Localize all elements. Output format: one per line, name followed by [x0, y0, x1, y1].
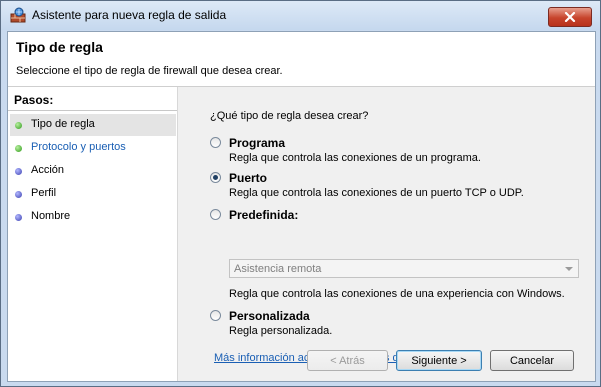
- next-button[interactable]: Siguiente >: [396, 350, 482, 371]
- step-label: Protocolo y puertos: [31, 141, 126, 153]
- predefined-select-value: Asistencia remota: [234, 263, 322, 275]
- question-label: ¿Qué tipo de regla desea crear?: [210, 110, 369, 122]
- window-title: Asistente para nueva regla de salida: [32, 8, 227, 22]
- predefined-select: Asistencia remota: [229, 259, 579, 278]
- chevron-down-icon: [565, 267, 573, 271]
- step-rule-type[interactable]: Tipo de regla: [10, 114, 176, 136]
- page-title: Tipo de regla: [16, 39, 103, 55]
- title-bar: Asistente para nueva regla de salida: [1, 1, 600, 30]
- firewall-icon: [10, 7, 26, 23]
- step-label: Perfil: [31, 187, 57, 199]
- steps-title: Pasos:: [14, 93, 54, 107]
- back-button[interactable]: < Atrás: [307, 350, 388, 371]
- step-profile: Perfil: [10, 183, 176, 205]
- close-button[interactable]: [548, 7, 592, 27]
- radio-port[interactable]: [210, 172, 221, 183]
- predefined-description: Regla que controla las conexiones de una…: [229, 288, 565, 300]
- option-title: Predefinida:: [229, 208, 299, 222]
- cancel-button[interactable]: Cancelar: [490, 350, 574, 371]
- step-label: Tipo de regla: [31, 118, 95, 130]
- step-status-green-icon: [15, 145, 22, 152]
- step-status-blue-icon: [15, 191, 22, 198]
- steps-divider: [8, 110, 177, 111]
- wizard-content: Tipo de regla Seleccione el tipo de regl…: [7, 31, 596, 382]
- step-label: Acción: [31, 164, 65, 176]
- radio-custom[interactable]: [210, 310, 221, 321]
- steps-panel: Pasos: Tipo de regla Protocolo y puertos…: [8, 87, 178, 381]
- wizard-header: Tipo de regla Seleccione el tipo de regl…: [8, 32, 595, 87]
- wizard-window: Asistente para nueva regla de salida Tip…: [0, 0, 601, 387]
- option-description: Regla que controla las conexiones de un …: [229, 187, 524, 199]
- option-title: Personalizada: [229, 309, 310, 323]
- step-name: Nombre: [10, 206, 176, 228]
- step-protocol-ports[interactable]: Protocolo y puertos: [10, 137, 176, 159]
- option-title: Puerto: [229, 171, 268, 185]
- page-subtitle: Seleccione el tipo de regla de firewall …: [16, 65, 283, 77]
- option-title: Programa: [229, 136, 286, 150]
- option-description: Regla personalizada.: [229, 325, 333, 337]
- radio-predefined[interactable]: [210, 209, 221, 220]
- step-label: Nombre: [31, 210, 71, 222]
- step-status-blue-icon: [15, 214, 22, 221]
- close-icon: [564, 12, 576, 22]
- radio-program[interactable]: [210, 137, 221, 148]
- option-description: Regla que controla las conexiones de un …: [229, 152, 481, 164]
- main-panel: ¿Qué tipo de regla desea crear? Programa…: [178, 87, 595, 381]
- step-action: Acción: [10, 160, 176, 182]
- step-status-green-icon: [15, 122, 22, 129]
- step-status-blue-icon: [15, 168, 22, 175]
